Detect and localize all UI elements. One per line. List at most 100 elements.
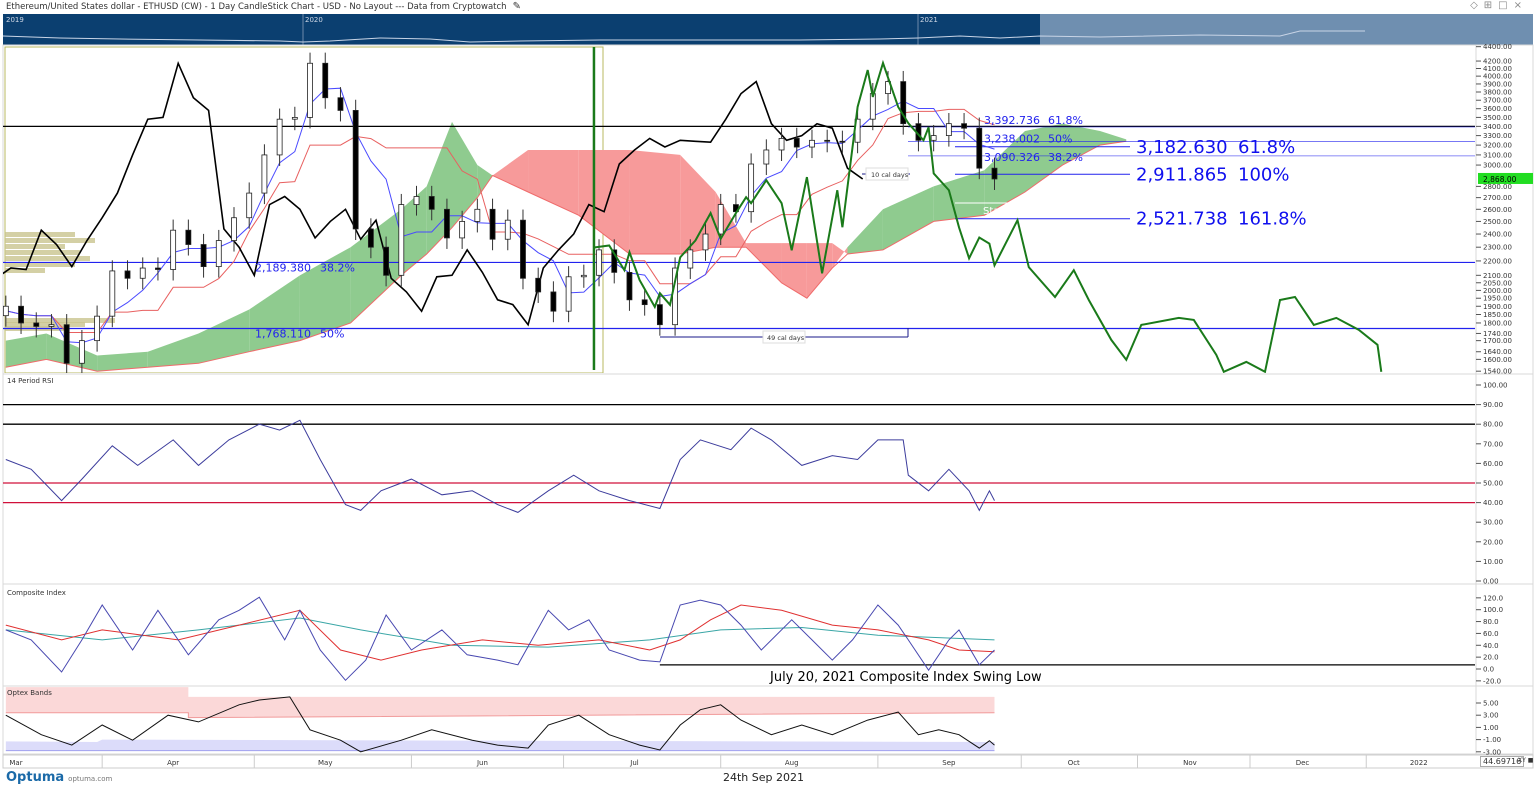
bullish-candle[interactable] bbox=[48, 324, 55, 327]
rsi-panel[interactable] bbox=[3, 403, 1476, 513]
month-label: May bbox=[318, 759, 332, 767]
axis-tick-label: 1800.00 bbox=[1483, 319, 1512, 327]
bullish-candle[interactable] bbox=[702, 233, 709, 251]
bearish-candle[interactable] bbox=[520, 219, 526, 279]
bearish-candle[interactable] bbox=[824, 139, 831, 142]
fib-price-label: 3,392.736 bbox=[984, 114, 1040, 127]
bearish-candle[interactable] bbox=[33, 322, 40, 327]
month-label: Oct bbox=[1068, 759, 1080, 767]
bearish-candle[interactable] bbox=[839, 140, 846, 143]
bullish-candle[interactable] bbox=[109, 270, 116, 317]
axis-tick-label: 3600.00 bbox=[1483, 105, 1512, 113]
axis-tick-label: 0.0 bbox=[1483, 666, 1494, 674]
fib-extension-percent-label: 61.8% bbox=[1238, 137, 1295, 158]
bullish-candle[interactable] bbox=[474, 208, 481, 222]
bullish-candle[interactable] bbox=[139, 267, 146, 279]
bullish-candle[interactable] bbox=[3, 305, 9, 317]
bullish-candle[interactable] bbox=[246, 192, 253, 219]
bullish-candle[interactable] bbox=[580, 274, 587, 278]
bullish-candle[interactable] bbox=[945, 123, 952, 136]
bearish-candle[interactable] bbox=[550, 291, 557, 312]
price-axis[interactable]: 4400.004200.004100.004000.003900.003800.… bbox=[1476, 43, 1533, 376]
bullish-candle[interactable] bbox=[413, 196, 420, 205]
bearish-candle[interactable] bbox=[489, 208, 496, 240]
axis-tick-label: 40.0 bbox=[1483, 642, 1499, 650]
bullish-candle[interactable] bbox=[276, 118, 283, 156]
bullish-candle[interactable] bbox=[504, 219, 511, 240]
composite-series-line[interactable] bbox=[5, 596, 995, 682]
bearish-candle[interactable] bbox=[63, 324, 70, 364]
rsi-axis[interactable]: 100.00 90.00 80.00 70.00 60.00 50.00 40.00 30.0… bbox=[1476, 382, 1508, 586]
bullish-candle[interactable] bbox=[596, 249, 602, 276]
bearish-candle[interactable] bbox=[18, 305, 24, 324]
bearish-cloud-segment bbox=[629, 149, 681, 254]
bearish-candle[interactable] bbox=[155, 267, 161, 270]
swing-low-annotation: July 20, 2021 Composite Index Swing Low bbox=[769, 670, 1042, 685]
bearish-candle[interactable] bbox=[337, 97, 344, 111]
bearish-candle[interactable] bbox=[124, 270, 131, 279]
bearish-candle[interactable] bbox=[626, 271, 633, 301]
composite-series-line[interactable] bbox=[5, 604, 995, 661]
optex-bands-panel[interactable] bbox=[5, 687, 995, 753]
axis-tick-label: 3200.00 bbox=[1483, 142, 1512, 150]
bullish-candle[interactable] bbox=[170, 229, 177, 270]
bullish-candle[interactable] bbox=[78, 340, 85, 364]
time-span-long-label: 49 cal days bbox=[767, 334, 805, 342]
level-price-label: 1,768.110 bbox=[255, 327, 311, 340]
bullish-candle[interactable] bbox=[763, 149, 770, 165]
bearish-candle[interactable] bbox=[367, 228, 374, 248]
bullish-candle[interactable] bbox=[231, 217, 237, 241]
axis-tick-label: 2700.00 bbox=[1483, 194, 1512, 202]
lock-icon[interactable]: ■ bbox=[1528, 757, 1534, 764]
last-price-label: 2,868.00 bbox=[1483, 175, 1517, 184]
fib-price-label: 3,238.002 bbox=[984, 132, 1040, 145]
composite-index-axis[interactable]: 120.0 100.0 80.0 60.0 40.0 20.0 0.0 -20.0 bbox=[1476, 594, 1503, 685]
bullish-candle[interactable] bbox=[778, 138, 785, 151]
bearish-candle[interactable] bbox=[961, 123, 967, 129]
bearish-candle[interactable] bbox=[976, 127, 983, 169]
bullish-candle[interactable] bbox=[565, 276, 572, 312]
bearish-candle[interactable] bbox=[641, 299, 648, 306]
bearish-candle[interactable] bbox=[185, 229, 192, 245]
bearish-candle[interactable] bbox=[383, 246, 389, 276]
bearish-candle[interactable] bbox=[656, 304, 663, 326]
axis-tick-label: 100.00 bbox=[1483, 382, 1508, 390]
bullish-candle[interactable] bbox=[307, 62, 313, 118]
bullish-candle[interactable] bbox=[687, 249, 694, 269]
axis-tick-label: 100.0 bbox=[1483, 606, 1503, 614]
axis-tick-label: 3100.00 bbox=[1483, 151, 1512, 159]
bearish-candle[interactable] bbox=[322, 62, 329, 99]
bearish-candle[interactable] bbox=[991, 167, 998, 180]
bullish-candle[interactable] bbox=[869, 93, 876, 120]
chart-canvas[interactable]: 2019 2020 2021 2,189.380 38.2% 1,768.110 50… bbox=[0, 0, 1536, 788]
bullish-candle[interactable] bbox=[930, 135, 937, 141]
composite-series-line[interactable] bbox=[5, 617, 995, 648]
optex-axis[interactable]: 5.003.001.00-1.00-3.00 bbox=[1476, 700, 1501, 757]
composite-index-panel[interactable] bbox=[5, 596, 1476, 682]
fib-percent-label: 38.2% bbox=[1048, 151, 1083, 164]
bearish-candle[interactable] bbox=[428, 196, 435, 210]
rsi-line[interactable] bbox=[5, 419, 995, 513]
xy-toggle[interactable]: XY ■ bbox=[1518, 757, 1533, 764]
axis-tick-label: 2500.00 bbox=[1483, 218, 1512, 226]
bullish-candle[interactable] bbox=[809, 139, 815, 148]
fib-extension-percent-label: 100% bbox=[1238, 164, 1289, 185]
date-axis[interactable]: Mar Apr May Jun Jul Aug Sep Oct Nov Dec 2022 bbox=[2, 754, 1534, 769]
month-label: Nov bbox=[1183, 759, 1197, 767]
bullish-candle[interactable] bbox=[94, 315, 100, 342]
axis-tick-label: 30.00 bbox=[1483, 519, 1503, 527]
navigator[interactable]: 2019 2020 2021 bbox=[2, 14, 1533, 45]
bearish-candle[interactable] bbox=[200, 244, 207, 268]
axis-tick-label: 2200.00 bbox=[1483, 257, 1512, 265]
bullish-candle[interactable] bbox=[717, 204, 724, 235]
bullish-candle[interactable] bbox=[459, 221, 466, 239]
bearish-candle[interactable] bbox=[535, 277, 542, 293]
bullish-candle[interactable] bbox=[215, 240, 222, 268]
bearish-candle[interactable] bbox=[444, 208, 450, 239]
bullish-cloud-segment bbox=[452, 121, 478, 228]
bullish-candle[interactable] bbox=[398, 204, 405, 276]
bullish-candle[interactable] bbox=[291, 117, 298, 120]
bearish-candle[interactable] bbox=[352, 110, 359, 230]
bullish-candle[interactable] bbox=[261, 154, 268, 194]
bearish-candle[interactable] bbox=[793, 138, 800, 148]
